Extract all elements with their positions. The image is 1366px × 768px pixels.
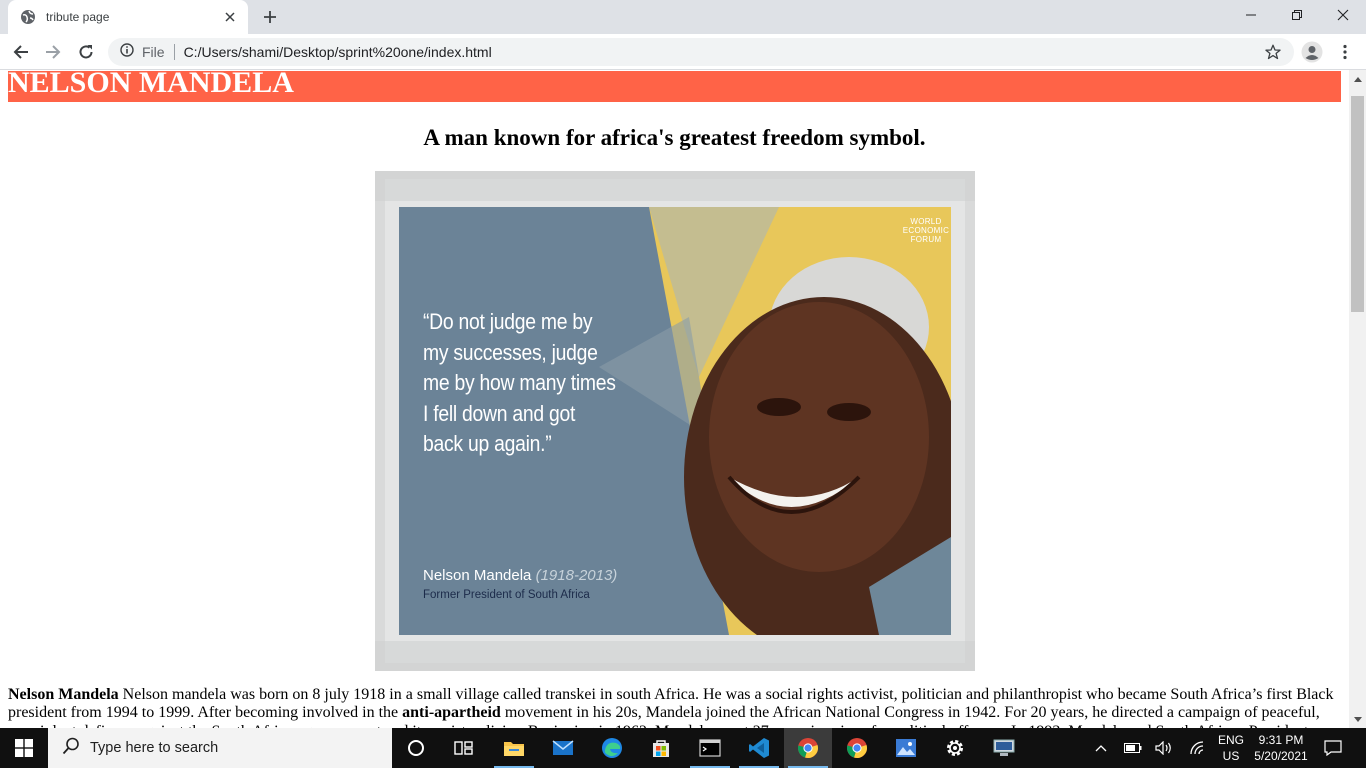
bio-paragraph: Nelson Mandela Nelson mandela was born o… bbox=[8, 686, 1341, 728]
plus-icon[interactable] bbox=[258, 5, 282, 29]
kebab-menu-icon[interactable] bbox=[1331, 38, 1359, 66]
quote-line: my successes, judge bbox=[423, 339, 598, 365]
chrome-icon[interactable] bbox=[784, 728, 832, 768]
settings-icon[interactable] bbox=[931, 728, 979, 768]
back-arrow-icon[interactable] bbox=[7, 38, 35, 66]
tab-title: tribute page bbox=[46, 10, 110, 24]
windows-logo-icon[interactable] bbox=[0, 728, 48, 768]
address-bar[interactable]: File C:/Users/shami/Desktop/sprint%20one… bbox=[108, 38, 1294, 66]
terminal-icon[interactable] bbox=[686, 728, 734, 768]
network-app-icon[interactable] bbox=[980, 728, 1028, 768]
task-view-icon[interactable] bbox=[440, 728, 488, 768]
star-icon[interactable] bbox=[1264, 43, 1282, 61]
taskbar-search[interactable]: Type here to search bbox=[48, 728, 392, 768]
wef-logo-line: WORLD bbox=[910, 217, 942, 226]
mandela-quote-image: WORLD ECONOMIC FORUM “Do not judge me by… bbox=[375, 171, 975, 671]
tab-strip: tribute page bbox=[0, 0, 1366, 34]
close-window-icon[interactable] bbox=[1320, 0, 1366, 30]
search-icon bbox=[62, 737, 80, 760]
file-explorer-icon[interactable] bbox=[490, 728, 538, 768]
volume-icon[interactable] bbox=[1152, 728, 1176, 768]
page-tagline: A man known for africa's greatest freedo… bbox=[423, 125, 926, 150]
wef-logo-line: ECONOMIC bbox=[902, 226, 950, 235]
minimize-icon[interactable] bbox=[1228, 0, 1274, 30]
bio-emphasis: anti-apartheid bbox=[402, 704, 501, 722]
edge-icon[interactable] bbox=[588, 728, 636, 768]
page-title: NELSON MANDELA bbox=[8, 70, 294, 99]
reload-icon[interactable] bbox=[72, 38, 100, 66]
quote-line: “Do not judge me by bbox=[423, 309, 593, 334]
clock[interactable]: 9:31 PM 5/20/2021 bbox=[1250, 728, 1312, 768]
wifi-icon[interactable] bbox=[1186, 728, 1210, 768]
scroll-down-arrow-icon[interactable] bbox=[1349, 711, 1366, 728]
windows-taskbar: Type here to search ENG US 9:31 PM 5/20/… bbox=[0, 728, 1366, 768]
search-placeholder: Type here to search bbox=[90, 740, 219, 756]
scrollbar-thumb[interactable] bbox=[1351, 96, 1364, 312]
quote-line: back up again.” bbox=[423, 431, 552, 456]
quote-attribution: Nelson Mandela (1918-2013) bbox=[423, 567, 617, 584]
image-quote: “Do not judge me by my successes, judge … bbox=[423, 307, 625, 460]
mail-icon[interactable] bbox=[539, 728, 587, 768]
photos-icon[interactable] bbox=[882, 728, 930, 768]
language-indicator[interactable]: ENG US bbox=[1212, 728, 1250, 768]
quote-years: (1918-2013) bbox=[535, 567, 618, 584]
battery-icon[interactable] bbox=[1122, 728, 1144, 768]
profile-icon[interactable] bbox=[1298, 38, 1326, 66]
page-viewport: NELSON MANDELA A man known for africa's … bbox=[0, 70, 1349, 728]
address-scheme-label: File bbox=[142, 44, 165, 60]
region-label: US bbox=[1222, 749, 1240, 763]
address-divider bbox=[173, 44, 175, 60]
globe-icon bbox=[20, 9, 36, 25]
cortana-icon[interactable] bbox=[392, 728, 440, 768]
chevron-up-icon[interactable] bbox=[1090, 728, 1112, 768]
scroll-up-arrow-icon[interactable] bbox=[1349, 70, 1366, 87]
clock-date: 5/20/2021 bbox=[1254, 749, 1308, 763]
close-icon[interactable] bbox=[222, 9, 238, 25]
wef-logo: WORLD ECONOMIC FORUM bbox=[901, 217, 951, 244]
info-icon[interactable] bbox=[120, 42, 134, 62]
page-scrollbar[interactable] bbox=[1349, 70, 1366, 728]
vscode-icon[interactable] bbox=[735, 728, 783, 768]
store-icon[interactable] bbox=[637, 728, 685, 768]
restore-icon[interactable] bbox=[1274, 0, 1320, 30]
chrome-icon[interactable] bbox=[833, 728, 881, 768]
quote-line: me by how many times bbox=[423, 370, 616, 395]
quote-person-name: Nelson Mandela bbox=[423, 567, 532, 584]
forward-arrow-icon[interactable] bbox=[39, 38, 67, 66]
wef-logo-line: FORUM bbox=[910, 235, 942, 244]
browser-toolbar: File C:/Users/shami/Desktop/sprint%20one… bbox=[0, 34, 1366, 70]
clock-time: 9:31 PM bbox=[1258, 733, 1304, 747]
image-card: WORLD ECONOMIC FORUM “Do not judge me by… bbox=[399, 207, 951, 635]
quote-line: I fell down and got bbox=[423, 400, 576, 426]
notification-icon[interactable] bbox=[1318, 728, 1348, 768]
quote-role: Former President of South Africa bbox=[423, 589, 590, 601]
language-label: ENG bbox=[1217, 733, 1244, 747]
browser-tab[interactable]: tribute page bbox=[8, 0, 248, 34]
bio-lead: Nelson Mandela bbox=[8, 686, 119, 703]
page-header: NELSON MANDELA bbox=[8, 70, 1341, 102]
address-url[interactable]: C:/Users/shami/Desktop/sprint%20one/inde… bbox=[184, 44, 492, 60]
